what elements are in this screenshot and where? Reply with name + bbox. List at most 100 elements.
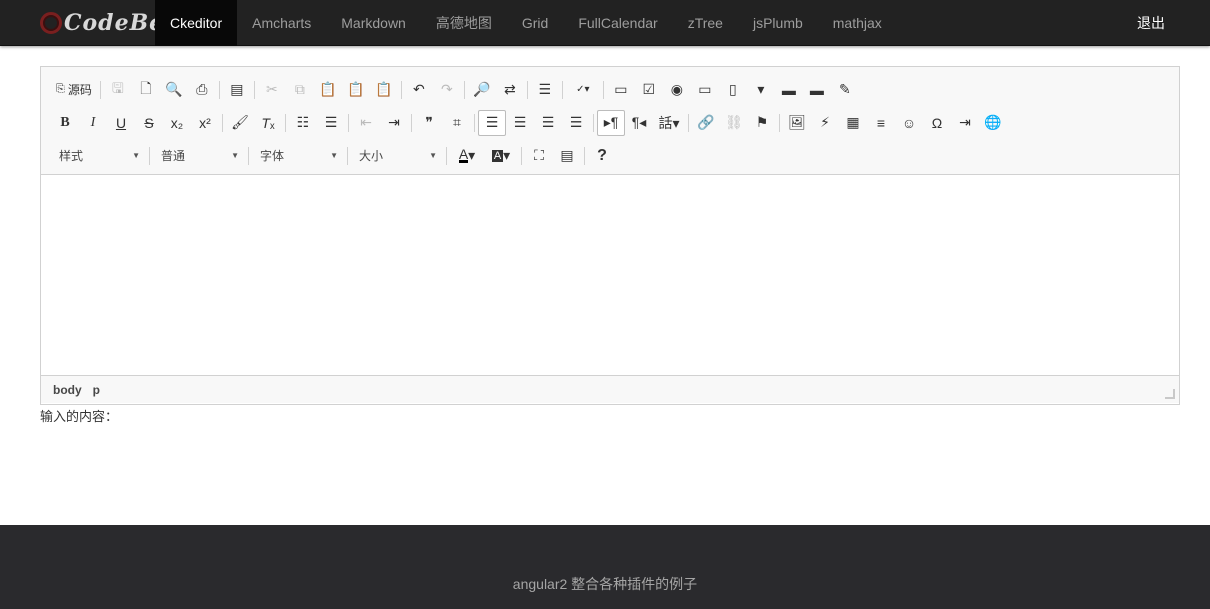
maximize-icon[interactable]: ⛶ <box>525 143 553 169</box>
chevron-down-icon: ▼ <box>132 151 140 160</box>
toolbar-separator <box>593 113 594 132</box>
italic-icon[interactable]: I <box>79 110 107 136</box>
brand-logo[interactable]: CodeBe <box>40 6 164 40</box>
new-page-icon[interactable]: 🗋 <box>132 77 160 103</box>
justify-icon[interactable]: ☰ <box>562 110 590 136</box>
chevron-down-icon: ▼ <box>429 151 437 160</box>
brand-name: CodeBe <box>64 10 165 36</box>
anchor-icon[interactable]: ⚑ <box>748 110 776 136</box>
align-right-icon[interactable]: ☰ <box>534 110 562 136</box>
special-char-icon[interactable]: Ω <box>923 110 951 136</box>
resize-handle-icon[interactable] <box>1165 389 1175 399</box>
paste-word-icon[interactable]: 📋 <box>370 77 398 103</box>
page-break-icon[interactable]: ⇥ <box>951 110 979 136</box>
output-label: 输入的内容： <box>40 409 119 424</box>
source-button[interactable]: ⎘ 源码 <box>51 77 97 103</box>
elements-path-body[interactable]: body <box>53 383 82 397</box>
top-navbar: CodeBe Ckeditor Amcharts Markdown 高德地图 G… <box>0 0 1210 46</box>
find-icon[interactable]: 🔎 <box>468 77 496 103</box>
about-icon[interactable]: ? <box>588 143 616 169</box>
nav-item-fullcalendar[interactable]: FullCalendar <box>563 0 672 46</box>
checkbox-icon[interactable]: ☑ <box>635 77 663 103</box>
image-button-icon[interactable]: ▬ <box>803 77 831 103</box>
form-icon[interactable]: ▭ <box>607 77 635 103</box>
format-combo-label: 普通 <box>161 149 186 163</box>
footer-text: angular2 整合各种插件的例子 <box>512 576 698 592</box>
nav-item-jsplumb[interactable]: jsPlumb <box>738 0 818 46</box>
toolbar-separator <box>411 113 412 132</box>
format-combo[interactable]: 普通 ▼ <box>153 144 245 168</box>
cut-icon[interactable]: ✂ <box>258 77 286 103</box>
ltr-icon[interactable]: ▸¶ <box>597 109 625 136</box>
nav-item-mathjax[interactable]: mathjax <box>818 0 897 46</box>
button-field-icon[interactable]: ▬ <box>775 77 803 103</box>
bold-icon[interactable]: B <box>51 110 79 136</box>
toolbar-row-1: ⎘ 源码 🖫 🗋 🔍 ⎙ ▤ ✂ ⧉ 📋 📋 📋 ↶ ↷ 🔎 ⇄ ☰ ✓▾ ▭ … <box>51 73 1179 106</box>
textarea-icon[interactable]: ▯ <box>719 77 747 103</box>
logout-link[interactable]: 退出 <box>1137 0 1165 46</box>
toolbar-separator <box>584 146 585 165</box>
indent-icon[interactable]: ⇥ <box>380 110 408 136</box>
toolbar-separator <box>400 80 402 99</box>
smiley-icon[interactable]: ☺ <box>895 110 923 136</box>
toolbar-separator <box>446 146 447 165</box>
redo-icon[interactable]: ↷ <box>433 77 461 103</box>
font-combo[interactable]: 字体 ▼ <box>252 144 344 168</box>
hidden-field-icon[interactable]: ✎ <box>831 77 859 103</box>
table-icon[interactable]: ▦ <box>839 110 867 136</box>
rtl-icon[interactable]: ¶◂ <box>625 110 653 136</box>
select-all-icon[interactable]: ☰ <box>531 77 559 103</box>
paste-text-icon[interactable]: 📋 <box>342 77 370 103</box>
text-color-icon[interactable]: A ▾ <box>450 143 484 169</box>
align-left-icon[interactable]: ☰ <box>478 109 506 136</box>
nav-item-amcharts[interactable]: Amcharts <box>237 0 326 46</box>
size-combo[interactable]: 大小 ▼ <box>351 144 443 168</box>
nav-item-ztree[interactable]: zTree <box>673 0 738 46</box>
div-container-icon[interactable]: ⌗ <box>443 110 471 136</box>
link-icon[interactable]: 🔗 <box>692 110 720 136</box>
remove-format-icon[interactable]: Tₓ <box>254 110 282 136</box>
blockquote-icon[interactable]: ❞ <box>415 110 443 136</box>
elements-path-p[interactable]: p <box>93 383 100 397</box>
radio-icon[interactable]: ◉ <box>663 77 691 103</box>
numbered-list-icon[interactable]: ☷ <box>289 110 317 136</box>
toolbar-separator <box>526 80 528 99</box>
select-field-icon[interactable]: ▾ <box>747 77 775 103</box>
textfield-icon[interactable]: ▭ <box>691 77 719 103</box>
flash-icon[interactable]: ⚡ <box>811 110 839 136</box>
toolbar-separator <box>248 146 249 165</box>
nav-item-ckeditor[interactable]: Ckeditor <box>155 0 238 46</box>
bg-color-icon[interactable]: A ▾ <box>484 143 518 169</box>
iframe-icon[interactable]: 🌐 <box>979 110 1007 136</box>
image-icon[interactable]: 🖼 <box>783 110 811 136</box>
spellcheck-icon[interactable]: ✓▾ <box>566 77 600 103</box>
language-icon[interactable]: 話▾ <box>653 110 685 136</box>
show-blocks-icon[interactable]: ▤ <box>553 143 581 169</box>
superscript-icon[interactable]: x² <box>191 110 219 136</box>
nav-item-amap[interactable]: 高德地图 <box>421 0 507 46</box>
paste-icon[interactable]: 📋 <box>314 77 342 103</box>
editor-content-area[interactable] <box>41 175 1179 375</box>
copy-format-icon[interactable]: 🖌 <box>226 110 254 136</box>
print-icon[interactable]: ⎙ <box>188 77 216 103</box>
replace-icon[interactable]: ⇄ <box>496 77 524 103</box>
logo-ring-icon <box>40 12 62 34</box>
align-center-icon[interactable]: ☰ <box>506 110 534 136</box>
templates-icon[interactable]: ▤ <box>223 77 251 103</box>
toolbar-separator <box>149 146 150 165</box>
undo-icon[interactable]: ↶ <box>405 77 433 103</box>
toolbar-separator <box>348 113 349 132</box>
underline-icon[interactable]: U <box>107 110 135 136</box>
nav-item-grid[interactable]: Grid <box>507 0 563 46</box>
nav-item-markdown[interactable]: Markdown <box>326 0 421 46</box>
unlink-icon[interactable]: ⛓ <box>720 110 748 136</box>
save-icon[interactable]: 🖫 <box>104 77 132 103</box>
horizontal-rule-icon[interactable]: ≡ <box>867 110 895 136</box>
styles-combo[interactable]: 样式 ▼ <box>51 144 146 168</box>
subscript-icon[interactable]: x₂ <box>163 110 191 136</box>
outdent-icon[interactable]: ⇤ <box>352 110 380 136</box>
preview-icon[interactable]: 🔍 <box>160 77 188 103</box>
strike-icon[interactable]: S <box>135 110 163 136</box>
bulleted-list-icon[interactable]: ☰ <box>317 110 345 136</box>
copy-icon[interactable]: ⧉ <box>286 77 314 103</box>
